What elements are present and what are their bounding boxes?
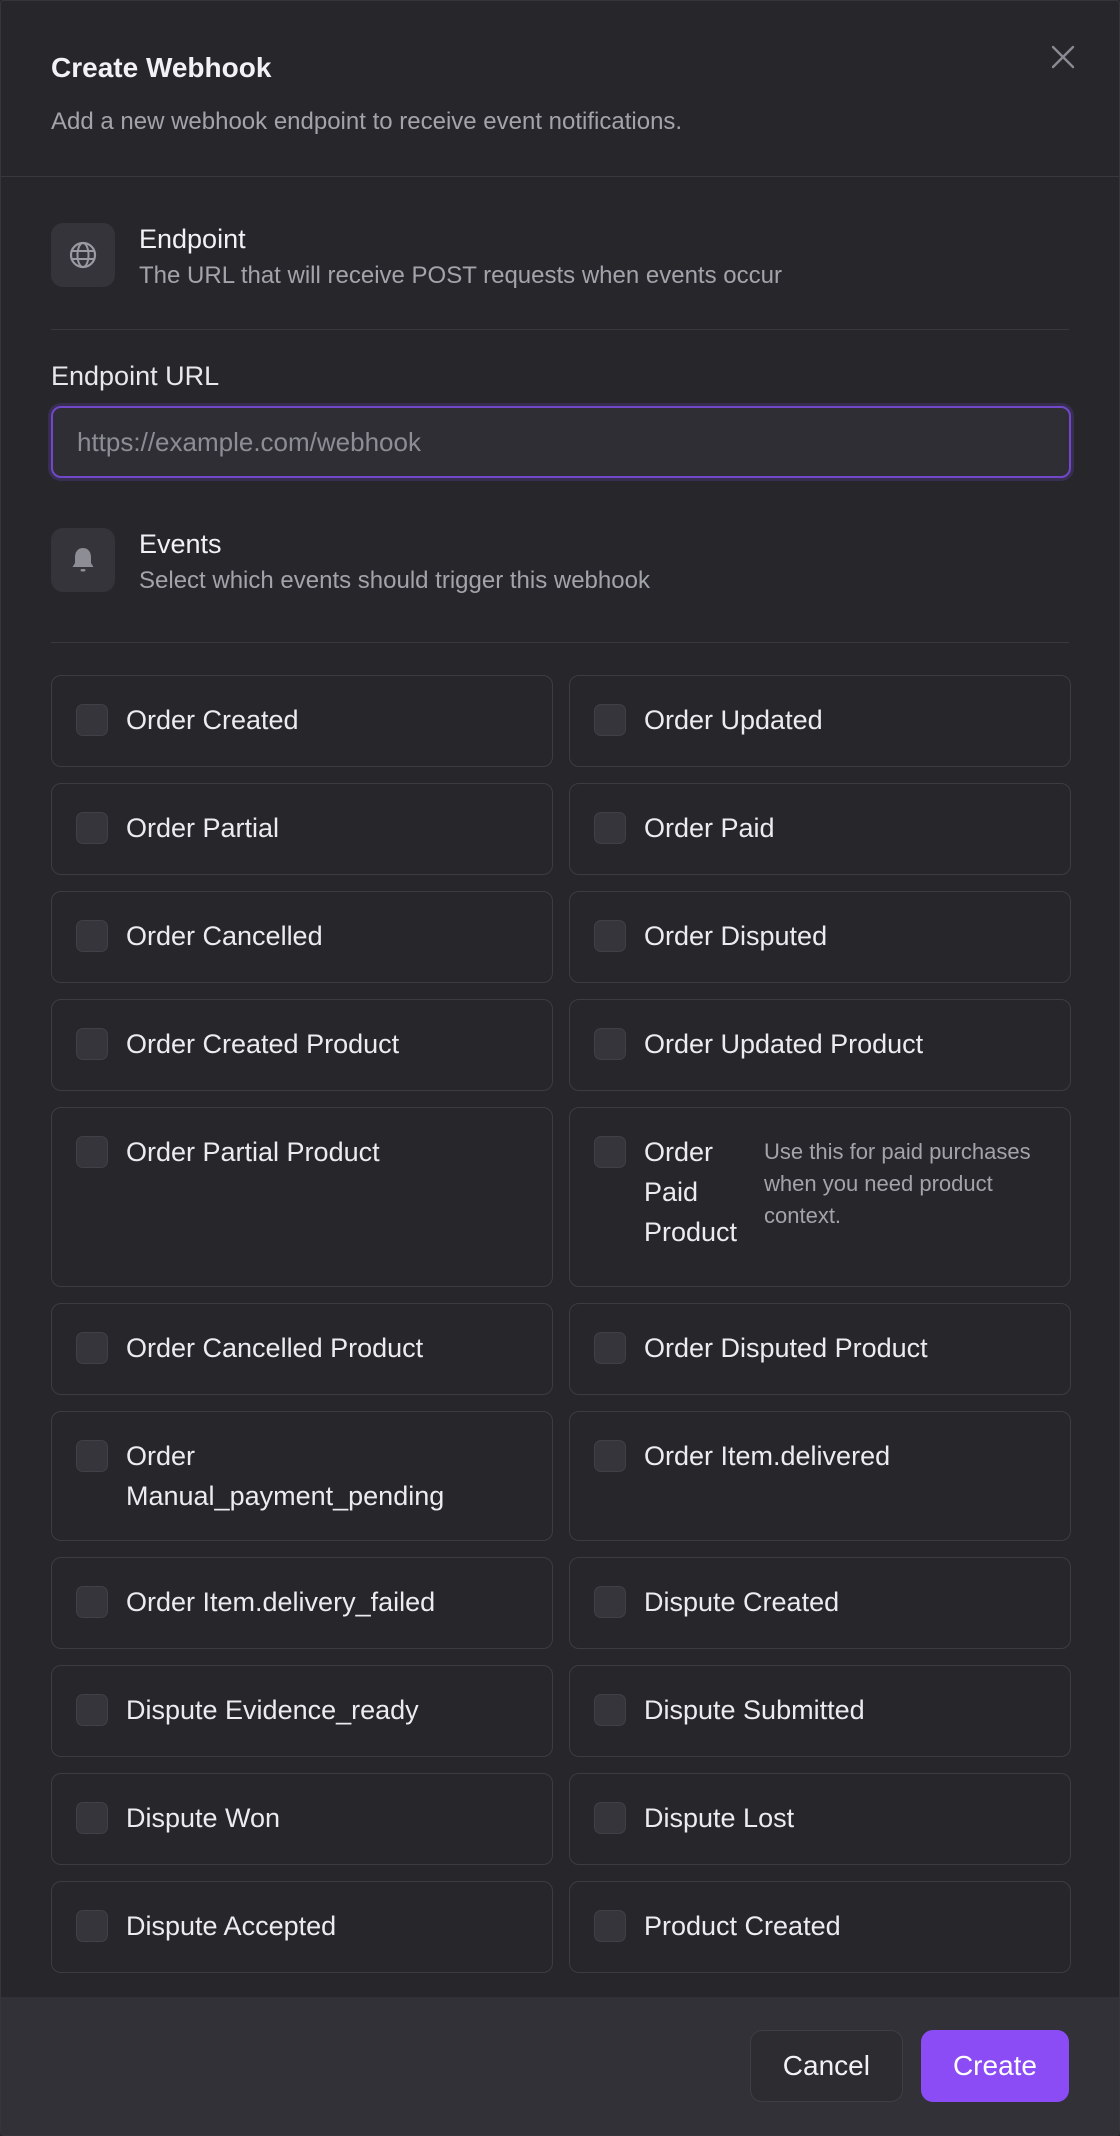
event-option-order-disputed-product[interactable]: Order Disputed Product xyxy=(569,1303,1071,1395)
event-label: Order Created Product xyxy=(126,1029,400,1059)
event-checkbox[interactable] xyxy=(76,1136,108,1168)
event-label: Dispute Evidence_ready xyxy=(126,1695,419,1725)
event-option-order-created-product[interactable]: Order Created Product xyxy=(51,999,553,1091)
event-checkbox[interactable] xyxy=(76,1586,108,1618)
event-option-order-partial-product[interactable]: Order Partial Product xyxy=(51,1107,553,1287)
event-option-product-created[interactable]: Product Created xyxy=(569,1881,1071,1973)
event-label: Order Cancelled Product xyxy=(126,1333,424,1363)
event-label: Order Updated xyxy=(644,705,823,735)
event-option-order-item-delivered[interactable]: Order Item.delivered xyxy=(569,1411,1071,1541)
event-checkbox[interactable] xyxy=(76,1910,108,1942)
event-checkbox[interactable] xyxy=(76,1332,108,1364)
event-checkbox[interactable] xyxy=(76,920,108,952)
events-section-title: Events xyxy=(139,529,222,559)
events-grid: Order Created Order Updated Order Partia… xyxy=(51,675,1071,1973)
endpoint-url-input[interactable] xyxy=(51,406,1071,478)
event-label: Dispute Accepted xyxy=(126,1911,337,1941)
event-checkbox[interactable] xyxy=(76,1694,108,1726)
dialog-footer: Cancel Create xyxy=(1,1997,1119,2135)
events-section-text: Events Select which events should trigge… xyxy=(139,528,650,596)
close-button[interactable] xyxy=(1043,37,1083,77)
event-option-order-cancelled[interactable]: Order Cancelled xyxy=(51,891,553,983)
cancel-button[interactable]: Cancel xyxy=(749,2030,903,2102)
event-label: Order Partial xyxy=(126,813,280,843)
event-label: Order Paid Product xyxy=(644,1137,738,1247)
event-checkbox[interactable] xyxy=(76,1802,108,1834)
event-checkbox[interactable] xyxy=(76,1440,108,1472)
event-label: Order Updated Product xyxy=(644,1029,924,1059)
close-icon xyxy=(1051,45,1075,69)
endpoint-section-text: Endpoint The URL that will receive POST … xyxy=(139,223,782,291)
event-option-order-item-delivery-failed[interactable]: Order Item.delivery_failed xyxy=(51,1557,553,1649)
dialog-header: Create Webhook Add a new webhook endpoin… xyxy=(1,1,1119,177)
dialog-title: Create Webhook xyxy=(51,52,272,83)
event-label: Order Paid xyxy=(644,813,775,843)
event-label: Order Item.delivered xyxy=(644,1441,891,1471)
event-checkbox[interactable] xyxy=(594,920,626,952)
event-option-order-cancelled-product[interactable]: Order Cancelled Product xyxy=(51,1303,553,1395)
event-option-order-updated[interactable]: Order Updated xyxy=(569,675,1071,767)
events-section-description: Select which events should trigger this … xyxy=(139,567,650,594)
event-option-dispute-submitted[interactable]: Dispute Submitted xyxy=(569,1665,1071,1757)
event-option-order-created[interactable]: Order Created xyxy=(51,675,553,767)
event-label: Order Disputed Product xyxy=(644,1333,928,1363)
event-label: Dispute Submitted xyxy=(644,1695,865,1725)
globe-icon xyxy=(69,241,97,269)
event-option-dispute-won[interactable]: Dispute Won xyxy=(51,1773,553,1865)
event-checkbox[interactable] xyxy=(76,812,108,844)
create-button[interactable]: Create xyxy=(920,2030,1069,2102)
endpoint-icon-box xyxy=(51,223,115,287)
event-checkbox[interactable] xyxy=(594,1586,626,1618)
event-label: Order Partial Product xyxy=(126,1137,380,1167)
dialog-subtitle: Add a new webhook endpoint to receive ev… xyxy=(51,108,683,135)
create-webhook-dialog: Create Webhook Add a new webhook endpoin… xyxy=(0,0,1120,2136)
event-label: Dispute Lost xyxy=(644,1803,795,1833)
event-checkbox[interactable] xyxy=(76,704,108,736)
endpoint-section-title: Endpoint xyxy=(139,224,246,254)
event-option-order-partial[interactable]: Order Partial xyxy=(51,783,553,875)
endpoint-section-description: The URL that will receive POST requests … xyxy=(139,262,782,289)
event-checkbox[interactable] xyxy=(594,1910,626,1942)
event-option-order-paid[interactable]: Order Paid xyxy=(569,783,1071,875)
endpoint-section-header: Endpoint The URL that will receive POST … xyxy=(51,177,1069,330)
event-checkbox[interactable] xyxy=(594,1136,626,1168)
event-label: Order Disputed xyxy=(644,921,828,951)
event-label: Dispute Created xyxy=(644,1587,840,1617)
event-option-order-disputed[interactable]: Order Disputed xyxy=(569,891,1071,983)
dialog-body: Endpoint The URL that will receive POST … xyxy=(1,177,1119,1973)
event-checkbox[interactable] xyxy=(76,1028,108,1060)
event-option-dispute-created[interactable]: Dispute Created xyxy=(569,1557,1071,1649)
event-checkbox[interactable] xyxy=(594,1332,626,1364)
endpoint-url-label: Endpoint URL xyxy=(51,361,220,391)
bell-icon xyxy=(72,548,94,572)
event-label: Order Cancelled xyxy=(126,921,323,951)
event-label: Order Created xyxy=(126,705,299,735)
event-label: Product Created xyxy=(644,1911,841,1941)
event-checkbox[interactable] xyxy=(594,812,626,844)
events-section-header: Events Select which events should trigge… xyxy=(51,478,1069,643)
event-label: Order Manual_payment_pending xyxy=(126,1441,445,1511)
event-hint: Use this for paid purchases when you nee… xyxy=(764,1139,1031,1228)
event-checkbox[interactable] xyxy=(594,1440,626,1472)
event-checkbox[interactable] xyxy=(594,1802,626,1834)
event-option-dispute-accepted[interactable]: Dispute Accepted xyxy=(51,1881,553,1973)
event-option-order-manual-payment-pending[interactable]: Order Manual_payment_pending xyxy=(51,1411,553,1541)
events-icon-box xyxy=(51,528,115,592)
event-label: Order Item.delivery_failed xyxy=(126,1587,436,1617)
event-label: Dispute Won xyxy=(126,1803,281,1833)
event-checkbox[interactable] xyxy=(594,1028,626,1060)
event-option-order-updated-product[interactable]: Order Updated Product xyxy=(569,999,1071,1091)
event-option-dispute-lost[interactable]: Dispute Lost xyxy=(569,1773,1071,1865)
event-option-dispute-evidence-ready[interactable]: Dispute Evidence_ready xyxy=(51,1665,553,1757)
event-checkbox[interactable] xyxy=(594,1694,626,1726)
event-checkbox[interactable] xyxy=(594,704,626,736)
event-option-order-paid-product[interactable]: Order Paid Product Use this for paid pur… xyxy=(569,1107,1071,1287)
